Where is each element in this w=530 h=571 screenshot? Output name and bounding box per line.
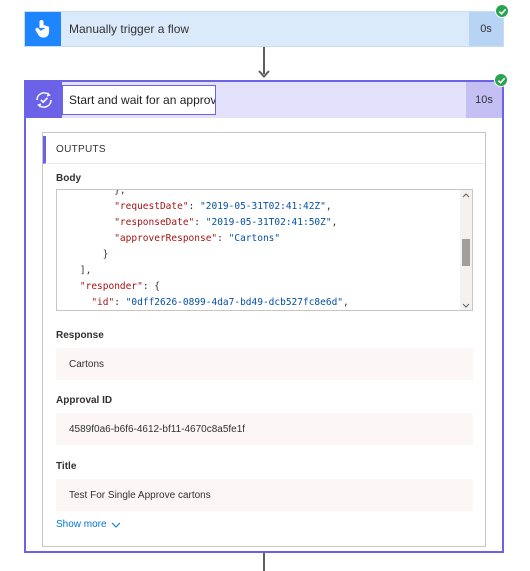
title-value: Test For Single Approve cartons	[56, 479, 473, 511]
approval-header[interactable]: Start and wait for an approval 10s	[26, 82, 502, 118]
approval-card[interactable]: Start and wait for an approval 10s OUTPU…	[24, 80, 504, 553]
response-value: Cartons	[56, 348, 473, 380]
scroll-down-icon[interactable]	[460, 300, 472, 310]
scroll-thumb[interactable]	[462, 239, 470, 266]
approval-icon-tile	[26, 82, 62, 118]
body-json-line: "responder": {	[79, 281, 160, 292]
trigger-success-icon	[495, 4, 509, 18]
approval-id-value: 4589f0a6-b6f6-4612-bf11-4670c8a5fe1f	[56, 413, 473, 445]
response-label: Response	[56, 330, 104, 341]
chevron-down-icon	[111, 522, 120, 528]
trigger-title: Manually trigger a flow	[69, 22, 190, 36]
arrow-down-icon	[258, 70, 270, 78]
body-json-line: "id": "0dff2626-0899-4da7-bd49-dcb527fc8…	[91, 297, 349, 308]
trigger-card[interactable]: Manually trigger a flow 0s	[24, 11, 504, 47]
approval-success-icon	[494, 73, 508, 87]
trigger-icon-tile	[25, 12, 61, 46]
body-scrollbar[interactable]	[460, 190, 472, 310]
scroll-up-icon[interactable]	[460, 190, 472, 200]
approval-duration: 10s	[466, 82, 502, 118]
body-json-line: "approverResponse": "Cartons"	[114, 233, 281, 244]
approval-icon	[36, 92, 52, 108]
title-label: Title	[56, 461, 77, 472]
show-more-link[interactable]: Show more	[56, 519, 121, 530]
outputs-heading: OUTPUTS	[43, 136, 485, 164]
body-label: Body	[56, 173, 81, 184]
body-json-line: }	[57, 249, 109, 260]
show-more-label: Show more	[56, 519, 107, 530]
body-json-line: },	[57, 189, 126, 196]
connector-line-bottom	[263, 553, 265, 571]
approval-id-label: Approval ID	[56, 395, 113, 406]
body-json-content: }, "requestDate": "2019-05-31T02:41:42Z"…	[57, 189, 460, 310]
body-json-line: ],	[57, 265, 92, 276]
outputs-panel: OUTPUTS Body }, "requestDate": "2019-05-…	[42, 132, 486, 547]
approval-title-input[interactable]: Start and wait for an approval	[62, 85, 216, 115]
body-json-line: "requestDate": "2019-05-31T02:41:42Z",	[114, 201, 332, 212]
body-json-line: "responseDate": "2019-05-31T02:41:50Z",	[114, 217, 338, 228]
hand-tap-icon	[35, 20, 50, 38]
body-json-viewer[interactable]: }, "requestDate": "2019-05-31T02:41:42Z"…	[56, 189, 473, 311]
